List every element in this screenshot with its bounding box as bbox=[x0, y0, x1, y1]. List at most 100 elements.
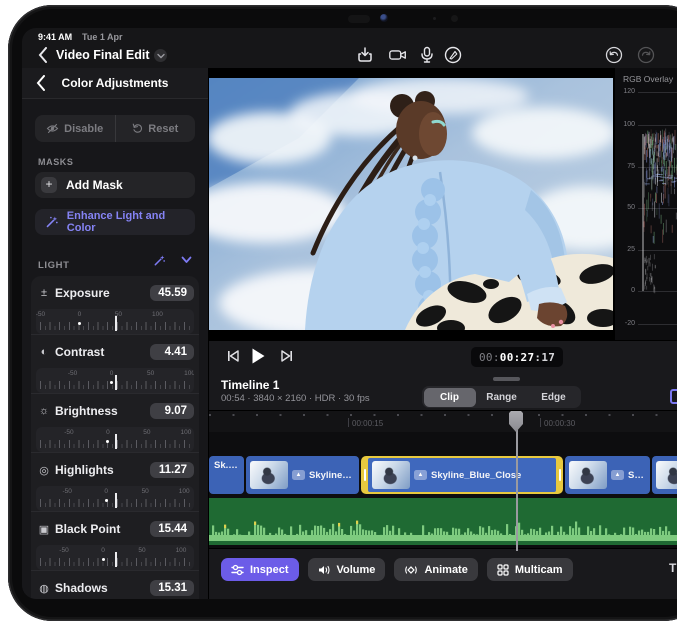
slider-exposure[interactable]: ± Exposure 45.59 -50050100 bbox=[31, 276, 199, 334]
slider-value[interactable]: 4.41 bbox=[150, 344, 194, 360]
enhance-light-color-button[interactable]: Enhance Light and Color bbox=[35, 209, 195, 235]
light-sliders-card: ± Exposure 45.59 -50050100 ◐ Contrast 4.… bbox=[31, 276, 199, 599]
undo-icon[interactable] bbox=[604, 46, 624, 64]
animate-button[interactable]: Animate bbox=[394, 558, 477, 581]
status-time: 9:41 AM bbox=[38, 32, 72, 42]
rgb-overlay-scope: RGB Overlay 1201007550250-20 bbox=[615, 68, 677, 340]
audio-track[interactable] bbox=[209, 498, 677, 545]
exposure-icon: ± bbox=[36, 287, 52, 299]
play-icon[interactable] bbox=[251, 347, 266, 365]
timeline-drag-handle[interactable] bbox=[493, 377, 520, 381]
ruler-label: 0 bbox=[101, 547, 105, 554]
slider-ruler[interactable]: -50050100 bbox=[36, 545, 194, 570]
timeline-clip[interactable]: ▲S...... bbox=[565, 456, 650, 494]
reset-icon bbox=[132, 123, 143, 134]
multicam-button[interactable]: Multicam bbox=[487, 558, 573, 581]
ruler-label: 100 bbox=[180, 429, 191, 436]
timeline-clip[interactable]: ▲ bbox=[652, 456, 677, 494]
mode-range[interactable]: Range bbox=[476, 388, 528, 407]
auto-enhance-icon[interactable] bbox=[153, 254, 166, 267]
ruler-label: 50 bbox=[142, 488, 149, 495]
highlights-icon: ◎ bbox=[36, 464, 52, 477]
redo-icon[interactable] bbox=[636, 46, 656, 64]
chevron-down-icon bbox=[157, 53, 165, 59]
clip-thumbnail bbox=[372, 461, 410, 489]
ruler-time-label: 00:00:15 bbox=[352, 419, 383, 428]
timeline-ruler[interactable]: 00:00:1500:00:30 bbox=[209, 410, 677, 433]
scope-waveform bbox=[615, 68, 677, 340]
button-label: Multicam bbox=[515, 564, 563, 576]
skip-forward-icon[interactable] bbox=[281, 349, 293, 363]
reset-label: Reset bbox=[148, 123, 178, 135]
timeline-clip[interactable]: ▲Skyline_Blue_Wide bbox=[246, 456, 359, 494]
trim-handle-left[interactable] bbox=[364, 469, 366, 481]
inspect-icon bbox=[231, 564, 244, 576]
mode-clip[interactable]: Clip bbox=[424, 388, 476, 407]
ruler-label: 0 bbox=[104, 488, 108, 495]
clipped-control-icon[interactable] bbox=[670, 389, 677, 404]
slider-value[interactable]: 9.07 bbox=[150, 403, 194, 419]
trim-handle-right[interactable] bbox=[559, 469, 561, 481]
project-title[interactable]: Video Final Edit bbox=[56, 48, 150, 62]
timeline-tracks: Sk......▲Skyline_Blue_Wide ▲Skyline_Blue… bbox=[209, 432, 677, 548]
volume-button[interactable]: Volume bbox=[308, 558, 386, 581]
slider-value[interactable]: 11.27 bbox=[150, 462, 194, 478]
timecode-display[interactable]: 00:00:27:17 bbox=[471, 347, 563, 367]
front-camera-icon bbox=[380, 14, 388, 22]
slider-name: Contrast bbox=[55, 345, 150, 359]
slider-shadows[interactable]: ◍ Shadows 15.31 -50050100 bbox=[31, 570, 199, 599]
title-dropdown-button[interactable] bbox=[154, 49, 167, 62]
clip-thumbnail bbox=[250, 461, 288, 489]
light-section-header[interactable]: LIGHT bbox=[38, 255, 192, 269]
video-preview[interactable] bbox=[209, 68, 613, 340]
mode-edge[interactable]: Edge bbox=[528, 388, 580, 407]
ruler-label: -50 bbox=[68, 370, 77, 377]
slider-ruler[interactable]: -50050100 bbox=[36, 427, 194, 452]
slider-black-point[interactable]: ▣ Black Point 15.44 -50050100 bbox=[31, 511, 199, 570]
slider-value[interactable]: 15.31 bbox=[150, 580, 194, 596]
clip-label: S...... bbox=[628, 470, 650, 481]
slider-contrast[interactable]: ◐ Contrast 4.41 -50050100 bbox=[31, 334, 199, 393]
add-mask-button[interactable]: + Add Mask bbox=[35, 172, 195, 198]
timeline-name: Timeline 1 bbox=[221, 378, 279, 392]
edit-mode-segmented-control: ClipRangeEdge bbox=[422, 386, 581, 408]
ruler-label: 100 bbox=[176, 547, 187, 554]
screen: 9:41 AM Tue 1 Apr Video Final Edit bbox=[22, 28, 677, 599]
status-bar: 9:41 AM Tue 1 Apr bbox=[22, 28, 677, 43]
pencil-tool-icon[interactable] bbox=[443, 46, 463, 64]
skip-back-icon[interactable] bbox=[227, 349, 239, 363]
slider-ruler[interactable]: -50050100 bbox=[36, 486, 194, 511]
import-media-icon[interactable] bbox=[355, 46, 375, 64]
timeline-meta: 00:54 · 3840 × 2160 · HDR · 30 fps bbox=[221, 393, 370, 404]
disable-reset-group: Disable Reset bbox=[35, 115, 195, 142]
disable-button[interactable]: Disable bbox=[35, 115, 115, 142]
ruler-label: -50 bbox=[59, 547, 68, 554]
color-adjustments-panel: Color Adjustments Disable bbox=[22, 68, 209, 599]
slider-value[interactable]: 45.59 bbox=[150, 285, 194, 301]
slider-ruler[interactable]: -50050100 bbox=[36, 368, 194, 393]
back-icon[interactable] bbox=[38, 47, 48, 63]
record-video-icon[interactable] bbox=[388, 46, 408, 64]
clip-label: Skyline_Blue_Close bbox=[431, 470, 525, 481]
reset-button[interactable]: Reset bbox=[115, 115, 196, 142]
title-bar: Video Final Edit bbox=[22, 43, 677, 68]
slider-value[interactable]: 15.44 bbox=[150, 521, 194, 537]
timeline-clip[interactable]: Sk...... bbox=[209, 456, 244, 494]
collapse-chevron-icon[interactable] bbox=[181, 256, 192, 264]
slider-brightness[interactable]: ☼ Brightness 9.07 -50050100 bbox=[31, 393, 199, 452]
microphone-icon[interactable] bbox=[417, 46, 437, 64]
slider-ruler[interactable]: -50050100 bbox=[36, 309, 194, 334]
sensor-dot bbox=[451, 15, 458, 22]
timecode-frames: :17 bbox=[534, 351, 555, 364]
masks-section-label: MASKS bbox=[38, 157, 208, 167]
slider-highlights[interactable]: ◎ Highlights 11.27 -50050100 bbox=[31, 452, 199, 511]
playhead-line[interactable] bbox=[516, 414, 518, 551]
status-date: Tue 1 Apr bbox=[82, 32, 123, 42]
clipped-edge-label: T bbox=[669, 561, 676, 575]
clip-label: Sk...... bbox=[209, 460, 244, 471]
clip-thumbnail bbox=[569, 461, 607, 489]
timeline-clip-selected[interactable]: ▲Skyline_Blue_Close bbox=[361, 456, 563, 494]
animate-icon bbox=[404, 564, 418, 576]
audio-waveform bbox=[209, 498, 677, 545]
inspect-button[interactable]: Inspect bbox=[221, 558, 299, 581]
